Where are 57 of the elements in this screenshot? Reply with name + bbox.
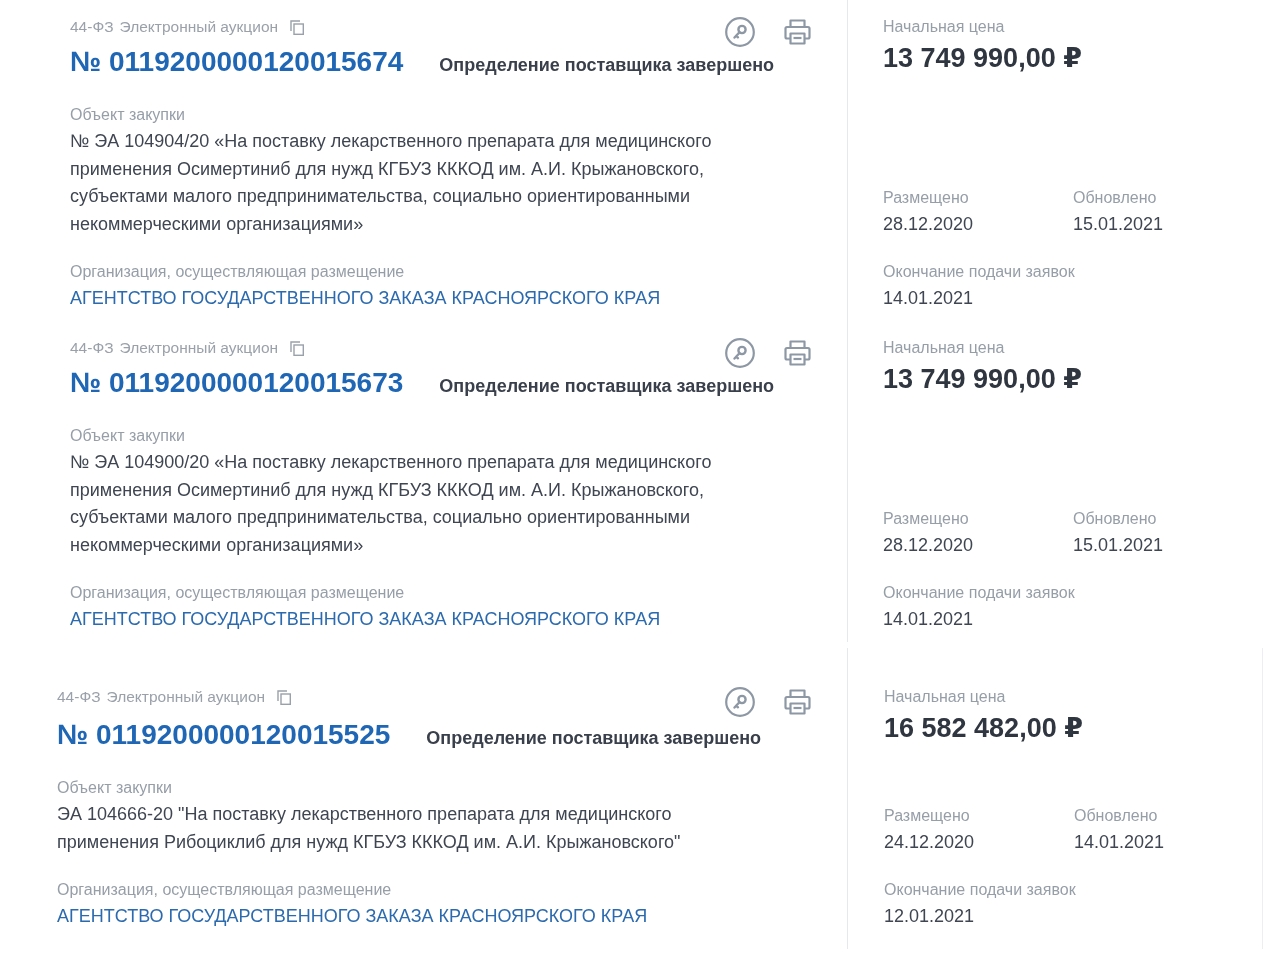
date-value: 12.01.2021 [884, 905, 975, 927]
date-value: 14.01.2021 [883, 287, 974, 309]
law-text: 44-ФЗ [70, 339, 114, 357]
purchase-description: ЭА 104666-20 "На поставку лекарственного препарата для медицинского применения Рибоциклиб для нужд КГБУЗ КККОД им. А.И. Крыжановского" [57, 803, 682, 854]
organization-link[interactable]: АГЕНТСТВО ГОСУДАРСТВЕННОГО ЗАКАЗА КРАСНОЯРСКОГО КРАЯ [70, 287, 661, 309]
price-label: Начальная цена [884, 688, 1006, 706]
procurement-number-link[interactable]: № 0119200000120015674 [70, 45, 404, 79]
date-label: Обновлено [1073, 510, 1157, 528]
date-label: Размещено [883, 189, 969, 207]
print-icon[interactable] [784, 19, 811, 45]
copy-icon[interactable] [277, 689, 292, 705]
status-text: Определение поставщика завершено [439, 376, 775, 397]
date-value: 15.01.2021 [1073, 213, 1164, 235]
price-value: 13 749 990,00 ₽ [883, 42, 1082, 74]
date-label: Размещено [884, 807, 970, 825]
date-label: Обновлено [1073, 189, 1157, 207]
date-value: 15.01.2021 [1073, 534, 1164, 556]
price-value: 13 749 990,00 ₽ [883, 363, 1082, 395]
purchase-description: № ЭА 104904/20 «На поставку лекарственного препарата для медицинского применения Осимертиниб для нужд КГБУЗ КККОД им. А.И. Крыжановского, субъектами малого предпринимательства, социально ориентированными некоммерческими организациями» [70, 130, 713, 236]
procurement-method: Электронный аукцион [119, 339, 279, 357]
section-label: Объект закупки [57, 779, 172, 797]
date-value: 14.01.2021 [883, 608, 974, 630]
date-value: 28.12.2020 [883, 534, 974, 556]
date-label: Окончание подачи заявок [883, 584, 1075, 602]
law-text: 44-ФЗ [70, 18, 114, 36]
key-icon[interactable] [725, 17, 755, 47]
section-label: Объект закупки [70, 427, 185, 445]
date-label: Обновлено [1074, 807, 1158, 825]
procurement-number-link[interactable]: № 0119200000120015525 [57, 718, 391, 752]
status-text: Определение поставщика завершено [439, 55, 775, 76]
price-label: Начальная цена [883, 339, 1005, 357]
print-icon[interactable] [784, 340, 811, 366]
section-label: Организация, осуществляющая размещение [57, 881, 392, 899]
date-label: Окончание подачи заявок [883, 263, 1075, 281]
procurement-method: Электронный аукцион [106, 688, 266, 706]
organization-link[interactable]: АГЕНТСТВО ГОСУДАРСТВЕННОГО ЗАКАЗА КРАСНОЯРСКОГО КРАЯ [57, 905, 648, 927]
procurement-method: Электронный аукцион [119, 18, 279, 36]
purchase-description: № ЭА 104900/20 «На поставку лекарственного препарата для медицинского применения Осимертиниб для нужд КГБУЗ КККОД им. А.И. Крыжановского, субъектами малого предпринимательства, социально ориентированными некоммерческими организациями» [70, 451, 713, 557]
price-value: 16 582 482,00 ₽ [884, 712, 1083, 744]
date-value: 14.01.2021 [1074, 831, 1165, 853]
price-label: Начальная цена [883, 18, 1005, 36]
section-label: Организация, осуществляющая размещение [70, 584, 405, 602]
copy-icon[interactable] [290, 19, 305, 35]
date-value: 28.12.2020 [883, 213, 974, 235]
date-label: Окончание подачи заявок [884, 881, 1076, 899]
organization-link[interactable]: АГЕНТСТВО ГОСУДАРСТВЕННОГО ЗАКАЗА КРАСНОЯРСКОГО КРАЯ [70, 608, 661, 630]
law-text: 44-ФЗ [57, 688, 101, 706]
section-label: Организация, осуществляющая размещение [70, 263, 405, 281]
print-icon[interactable] [784, 689, 811, 715]
key-icon[interactable] [725, 687, 755, 717]
procurement-number-link[interactable]: № 0119200000120015673 [70, 366, 404, 400]
date-label: Размещено [883, 510, 969, 528]
section-label: Объект закупки [70, 106, 185, 124]
status-text: Определение поставщика завершено [426, 728, 762, 749]
copy-icon[interactable] [290, 340, 305, 356]
date-value: 24.12.2020 [884, 831, 975, 853]
key-icon[interactable] [725, 338, 755, 368]
